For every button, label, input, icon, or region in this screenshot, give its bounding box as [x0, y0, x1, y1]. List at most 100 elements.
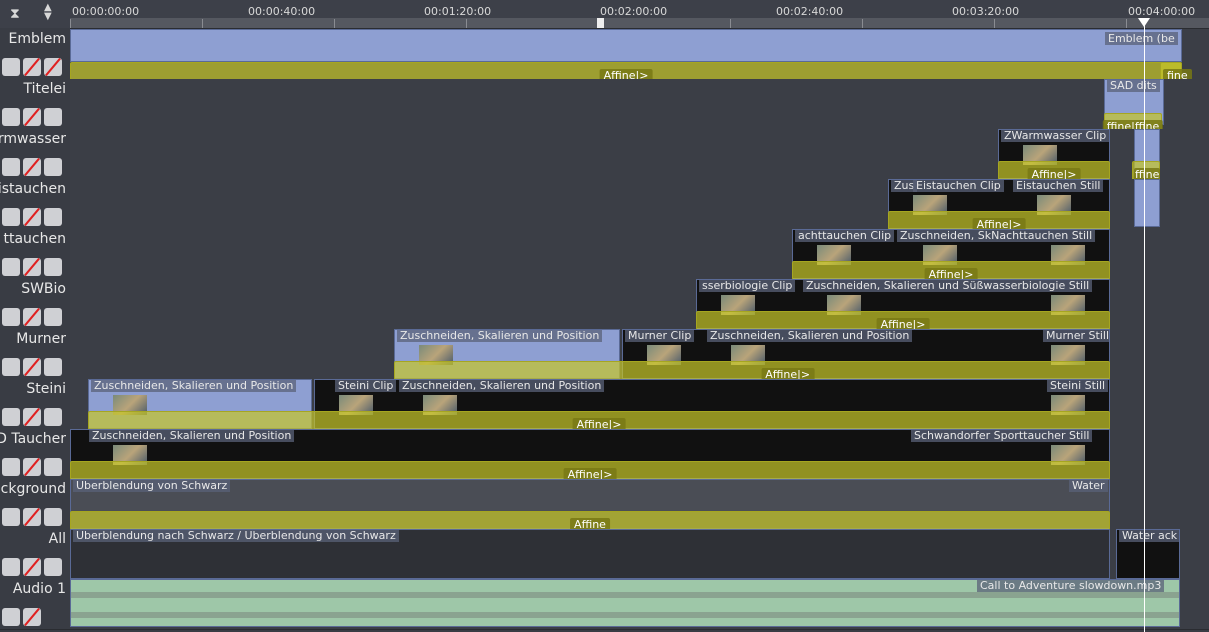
lock-icon[interactable]: [2, 608, 20, 626]
track-lane[interactable]: achttauchen Clip Zuschneiden, SkNachttau…: [70, 229, 1209, 291]
track-header[interactable]: D Taucher: [0, 429, 71, 479]
video-icon[interactable]: [44, 108, 62, 126]
track-taucher: D Taucher Zuschneiden, Skalieren und Pos…: [0, 429, 1209, 491]
hourglass-icon[interactable]: ⧗: [10, 6, 20, 22]
track-lane[interactable]: Zuschneiden, Skalieren und Position Schw…: [70, 429, 1209, 491]
mute-icon[interactable]: [23, 158, 41, 176]
clip-emblem[interactable]: Emblem (be: [70, 29, 1182, 62]
timecode-0: 00:00:00:00: [72, 5, 140, 18]
track-lane[interactable]: sserbiologie Clip Zuschneiden, Skalieren…: [70, 279, 1209, 341]
clip-label: Water: [1069, 480, 1108, 492]
video-icon[interactable]: [44, 508, 62, 526]
lock-icon[interactable]: [2, 108, 20, 126]
track-name: Murner: [16, 331, 66, 347]
track-lane[interactable]: Call to Adventure slowdown.mp3: [70, 579, 1209, 629]
video-icon[interactable]: [44, 308, 62, 326]
mute-icon[interactable]: [23, 358, 41, 376]
video-icon[interactable]: [44, 208, 62, 226]
playhead[interactable]: [1144, 18, 1145, 632]
video-icon[interactable]: [44, 358, 62, 376]
timeline-ruler[interactable]: 00:00:00:00 00:00:40:00 00:01:20:00 00:0…: [70, 0, 1209, 29]
clip-label: Schwandorfer Sporttaucher Still: [911, 430, 1093, 442]
mute-icon[interactable]: [23, 108, 41, 126]
ruler-tick: [334, 19, 335, 28]
track-lane[interactable]: Zus Eistauchen Clip Eistauchen Still Aff…: [70, 179, 1209, 241]
mute-icon[interactable]: [23, 408, 41, 426]
clip-label: Steini Clip: [335, 380, 397, 392]
track-header[interactable]: istauchen: [0, 179, 71, 229]
track-lane[interactable]: ZWarmwasser Clip Affine|> ffine: [70, 129, 1209, 191]
track-header[interactable]: Murner: [0, 329, 71, 379]
track-name: All: [48, 531, 66, 547]
track-lane[interactable]: Zuschneiden, Skalieren und Position Murn…: [70, 329, 1209, 391]
track-lane[interactable]: Zuschneiden, Skalieren und Position Stei…: [70, 379, 1209, 441]
track-header[interactable]: rmwasser: [0, 129, 71, 179]
zoom-stepper-icon[interactable]: ▲ ▼: [44, 3, 52, 22]
hide-video-icon[interactable]: [44, 58, 62, 76]
clip-label: Zuschneiden, Skalieren und Position: [707, 330, 913, 342]
mute-icon[interactable]: [23, 458, 41, 476]
mute-icon[interactable]: [23, 208, 41, 226]
clip-all[interactable]: Überblendung nach Schwarz / Überblendung…: [70, 529, 1110, 579]
timecode-1: 00:00:40:00: [248, 5, 316, 18]
clip-label: Zuschneiden, Skalieren und Position: [89, 430, 295, 442]
timecode-4: 00:02:40:00: [776, 5, 844, 18]
mute-icon[interactable]: [23, 58, 41, 76]
track-lane[interactable]: Emblem (be Affine|> fine: [70, 29, 1209, 92]
track-name: D Taucher: [0, 431, 66, 447]
track-header[interactable]: Emblem: [0, 29, 71, 79]
ruler-tick: [466, 19, 467, 28]
track-name: rmwasser: [0, 131, 66, 147]
track-lane[interactable]: Überblendung nach Schwarz / Überblendung…: [70, 529, 1209, 579]
mute-icon[interactable]: [23, 608, 41, 626]
clip-label: sserbiologie Clip: [699, 280, 796, 292]
waveform-top: [71, 592, 1179, 598]
video-icon[interactable]: [44, 258, 62, 276]
mute-icon[interactable]: [23, 308, 41, 326]
video-icon[interactable]: [44, 408, 62, 426]
lock-icon[interactable]: [2, 158, 20, 176]
timecode-5: 00:03:20:00: [952, 5, 1020, 18]
clip-audio[interactable]: Call to Adventure slowdown.mp3: [70, 579, 1180, 627]
track-header[interactable]: ckground: [0, 479, 71, 529]
video-icon[interactable]: [44, 458, 62, 476]
track-header[interactable]: Titelei: [0, 79, 71, 129]
track-header[interactable]: Audio 1: [0, 579, 71, 629]
lock-icon[interactable]: [2, 58, 20, 76]
lock-icon[interactable]: [2, 208, 20, 226]
video-icon[interactable]: [44, 158, 62, 176]
playhead-handle-icon[interactable]: [1138, 18, 1150, 27]
clip-label: Überblendung nach Schwarz / Überblendung…: [73, 530, 399, 542]
clip-label: achttauchen Clip: [795, 230, 895, 242]
track-name: SWBio: [21, 281, 66, 297]
track-header[interactable]: Steini: [0, 379, 71, 429]
lock-icon[interactable]: [2, 358, 20, 376]
lock-icon[interactable]: [2, 558, 20, 576]
lock-icon[interactable]: [2, 408, 20, 426]
zone-marker[interactable]: [597, 18, 604, 28]
clip-right-stack[interactable]: [1134, 179, 1160, 227]
mute-icon[interactable]: [23, 508, 41, 526]
mute-icon[interactable]: [23, 558, 41, 576]
track-lane[interactable]: SAD dits ffine|ffine: [70, 79, 1209, 141]
track-name: Titelei: [23, 81, 66, 97]
mute-icon[interactable]: [23, 258, 41, 276]
lock-icon[interactable]: [2, 458, 20, 476]
track-header[interactable]: All: [0, 529, 71, 579]
timecode-3: 00:02:00:00: [600, 5, 668, 18]
track-lane[interactable]: Überblendung von Schwarz Water Affine: [70, 479, 1209, 541]
track-swbio: SWBio sserbiologie Clip Zuschneiden, Ska…: [0, 279, 1209, 341]
clip-waterback[interactable]: Water ack: [1116, 529, 1180, 579]
track-header[interactable]: ttauchen: [0, 229, 71, 279]
track-murner: Murner Zuschneiden, Skalieren und Positi…: [0, 329, 1209, 391]
track-header[interactable]: SWBio: [0, 279, 71, 329]
track-steini: Steini Zuschneiden, Skalieren und Positi…: [0, 379, 1209, 441]
track-audio-1: Audio 1 Call to Adventure slowdown.mp3: [0, 579, 1209, 630]
clip-label: Emblem (be: [1105, 32, 1178, 45]
clip-label: SAD dits: [1107, 80, 1160, 92]
lock-icon[interactable]: [2, 308, 20, 326]
lock-icon[interactable]: [2, 258, 20, 276]
lock-icon[interactable]: [2, 508, 20, 526]
video-icon[interactable]: [44, 558, 62, 576]
track-eistauchen: istauchen Zus Eistauchen Clip Eistauchen…: [0, 179, 1209, 241]
